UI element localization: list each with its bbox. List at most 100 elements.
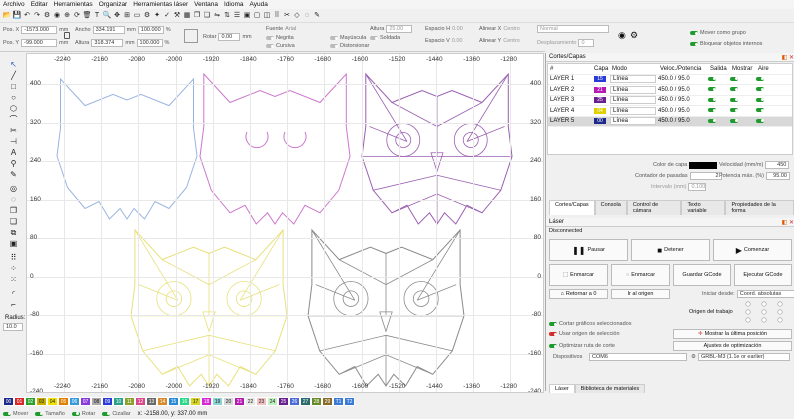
- node-tool-icon[interactable]: ⌒: [9, 115, 18, 124]
- layer-row[interactable]: LAYER 4 04 Línea 450.0 / 95.0: [548, 106, 792, 117]
- tools-icon[interactable]: ⚒: [173, 12, 181, 20]
- magnify-icon[interactable]: 🔍: [103, 12, 112, 20]
- anchor-grid-icon[interactable]: [184, 29, 198, 43]
- layer-mode[interactable]: Línea: [610, 96, 656, 105]
- target-tool-icon[interactable]: ◎: [9, 184, 18, 193]
- menu-1[interactable]: Editar: [31, 1, 48, 8]
- palette-swatch[interactable]: 06: [69, 397, 80, 406]
- palette-swatch[interactable]: 02: [25, 397, 36, 406]
- radius-input[interactable]: 10.0: [3, 323, 23, 331]
- rotate-toggle[interactable]: [71, 411, 80, 416]
- measure-tool-icon[interactable]: ⊣: [9, 137, 18, 146]
- menu-4[interactable]: Herramientas láser: [133, 1, 188, 8]
- pan-icon[interactable]: ✥: [113, 12, 121, 20]
- matrix-icon[interactable]: ⁙: [9, 275, 18, 284]
- frame-icon[interactable]: ▭: [133, 12, 141, 20]
- scale-h-input[interactable]: 100.000: [136, 39, 163, 47]
- tab-cortes-capas[interactable]: Cortes/Capas: [549, 200, 595, 215]
- ungroup-icon[interactable]: ▢: [253, 12, 261, 20]
- menu-2[interactable]: Herramientas: [54, 1, 93, 8]
- height2-input[interactable]: 25.00: [386, 25, 413, 33]
- use-origin-toggle[interactable]: [549, 332, 557, 336]
- palette-swatch[interactable]: 29: [322, 397, 333, 406]
- air-toggle[interactable]: [756, 108, 764, 113]
- palette-swatch[interactable]: 24: [267, 397, 278, 406]
- palette-swatch[interactable]: 07: [80, 397, 91, 406]
- grid-icon[interactable]: ▦: [183, 12, 191, 20]
- palette-swatch[interactable]: 01: [14, 397, 25, 406]
- palette-swatch[interactable]: 22: [245, 397, 256, 406]
- air-toggle[interactable]: [756, 118, 764, 123]
- palette-swatch[interactable]: T1: [333, 397, 344, 406]
- show-toggle[interactable]: [730, 108, 738, 113]
- redo-icon[interactable]: ↷: [33, 12, 41, 20]
- radius-icon[interactable]: ◜: [9, 289, 18, 298]
- select-tool-icon[interactable]: ↖: [9, 60, 18, 69]
- layer-row[interactable]: LAYER 3 25 Línea 450.0 / 95.0: [548, 96, 792, 106]
- owl-outline-pink[interactable]: [199, 72, 351, 225]
- menu-6[interactable]: Idioma: [224, 1, 244, 8]
- passes-input[interactable]: 2: [689, 172, 722, 180]
- offset-input[interactable]: 0: [578, 39, 595, 47]
- palette-swatch[interactable]: 23: [256, 397, 267, 406]
- wand-icon[interactable]: ✦: [153, 12, 161, 20]
- interval-input[interactable]: 0.100: [688, 183, 707, 191]
- power-input[interactable]: 95.00: [765, 172, 790, 180]
- palette-swatch[interactable]: 17: [190, 397, 201, 406]
- menu-5[interactable]: Ventana: [194, 1, 218, 8]
- mirror-icon[interactable]: ⇅: [223, 12, 231, 20]
- palette-swatch[interactable]: 03: [36, 397, 47, 406]
- lock-icon[interactable]: [64, 32, 70, 39]
- gear-icon[interactable]: ⚙: [143, 12, 151, 20]
- offset-tool-icon[interactable]: ◌: [9, 195, 18, 204]
- italic-toggle[interactable]: [266, 44, 274, 48]
- layer-mode[interactable]: Línea: [610, 106, 656, 115]
- align-y-select[interactable]: Centro: [503, 38, 520, 44]
- tab-propiedades-de-la-forma[interactable]: Propiedades de la forma: [725, 200, 794, 215]
- layer-mode[interactable]: Línea: [610, 75, 656, 84]
- lock-objects-toggle[interactable]: [690, 42, 698, 46]
- weld-icon[interactable]: ◫: [263, 12, 271, 20]
- air-toggle[interactable]: [756, 97, 764, 102]
- start-from-select[interactable]: Coord. absolutas: [736, 290, 794, 298]
- cut-selected-toggle[interactable]: [549, 322, 557, 326]
- show-last-button[interactable]: ✛ Mostrar la última posición: [673, 329, 792, 339]
- palette-swatch[interactable]: 14: [157, 397, 168, 406]
- pause-button[interactable]: ❚❚ Pausar: [549, 239, 628, 261]
- hspace-input[interactable]: 0.00: [452, 26, 463, 32]
- check-icon[interactable]: ✓: [163, 12, 171, 20]
- rotate-input[interactable]: 0.00: [218, 33, 241, 41]
- palette-swatch[interactable]: 13: [146, 397, 157, 406]
- palette-swatch[interactable]: 20: [223, 397, 234, 406]
- output-toggle[interactable]: [708, 118, 716, 123]
- start-button[interactable]: ▶ Comenzar: [713, 239, 792, 261]
- group-icon[interactable]: ▣: [243, 12, 251, 20]
- paste-tool-icon[interactable]: ❏: [9, 217, 18, 226]
- palette-swatch[interactable]: 18: [201, 397, 212, 406]
- trace-icon[interactable]: ✎: [313, 12, 321, 20]
- output-toggle[interactable]: [708, 76, 716, 81]
- width-input[interactable]: 334.191: [92, 26, 125, 34]
- palette-swatch[interactable]: 26: [289, 397, 300, 406]
- open-icon[interactable]: 📂: [3, 12, 12, 20]
- palette-swatch[interactable]: 21: [234, 397, 245, 406]
- array-icon[interactable]: ⠿: [273, 12, 281, 20]
- palette-swatch[interactable]: 08: [91, 397, 102, 406]
- layers-tool-icon[interactable]: ⧉: [9, 228, 18, 237]
- palette-swatch[interactable]: 04: [47, 397, 58, 406]
- palette-swatch[interactable]: 12: [135, 397, 146, 406]
- flip-icon[interactable]: ⇋: [213, 12, 221, 20]
- rotate-icon[interactable]: ⟳: [73, 12, 81, 20]
- move-group-toggle[interactable]: [690, 31, 698, 35]
- air-toggle[interactable]: [756, 76, 764, 81]
- move-toggle[interactable]: [3, 411, 11, 416]
- ellipse-tool-icon[interactable]: ○: [9, 93, 18, 102]
- palette-swatch[interactable]: 11: [124, 397, 135, 406]
- tab-consola[interactable]: Consola: [594, 200, 627, 215]
- output-toggle[interactable]: [708, 97, 716, 102]
- text-tool-icon[interactable]: A: [9, 148, 18, 157]
- owl-artwork[interactable]: [27, 54, 544, 393]
- go-origin-button[interactable]: Ir al origen: [611, 289, 670, 299]
- palette-swatch[interactable]: 25: [278, 397, 289, 406]
- layer-color-swatch[interactable]: [689, 161, 718, 169]
